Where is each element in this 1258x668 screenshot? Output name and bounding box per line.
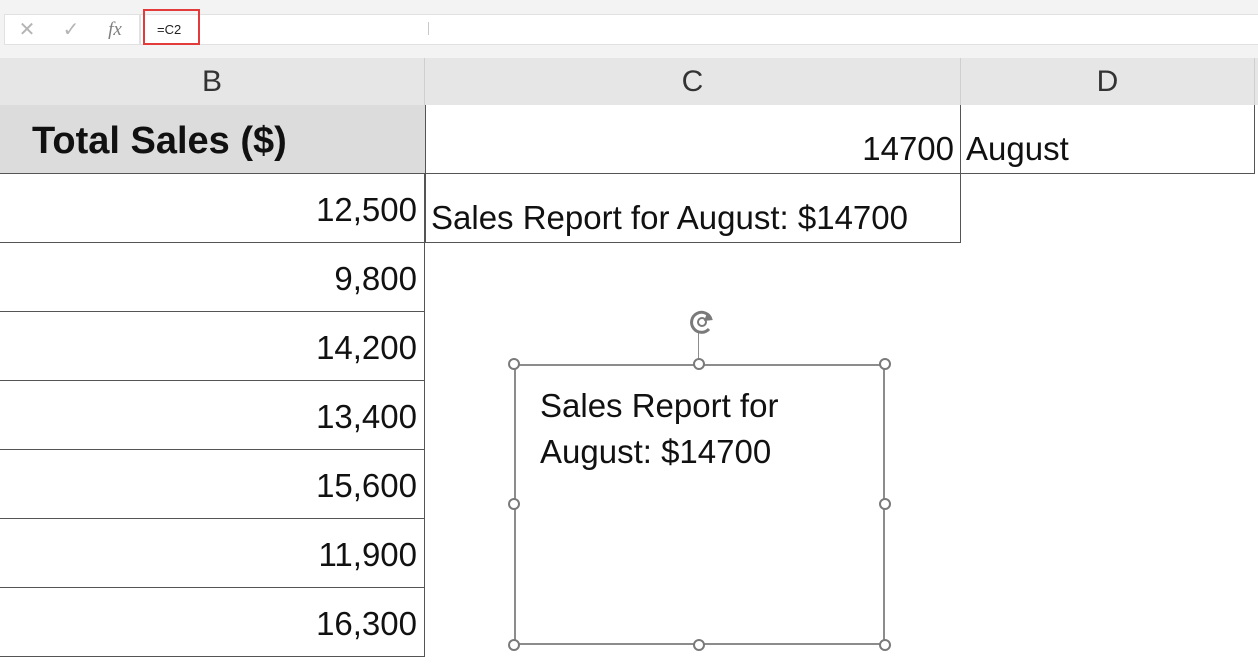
cell-b8[interactable]: 16,300 [0,588,425,657]
text-box-content[interactable]: Sales Report for August: $14700 [540,383,870,475]
cancel-icon[interactable]: ✕ [7,15,47,44]
cell-b4[interactable]: 14,200 [0,312,425,381]
column-header-c[interactable]: C [425,58,961,105]
text-box[interactable]: Sales Report for August: $14700 [514,364,885,645]
resize-handle-bottom[interactable] [693,639,705,651]
resize-handle-right[interactable] [879,498,891,510]
enter-icon[interactable]: ✓ [51,15,91,44]
resize-handle-left[interactable] [508,498,520,510]
formula-bar: ✕ ✓ fx =C2 [0,0,1258,59]
text-box-line-2: August: $14700 [540,433,772,470]
cell-b3[interactable]: 9,800 [0,243,425,312]
resize-handle-top-right[interactable] [879,358,891,370]
cell-b6[interactable]: 15,600 [0,450,425,519]
resize-handle-bottom-right[interactable] [879,639,891,651]
cell-b5[interactable]: 13,400 [0,381,425,450]
insert-function-icon[interactable]: fx [95,15,135,44]
text-box-line-1: Sales Report for [540,387,779,424]
cell-c1[interactable]: 14700 [425,105,961,174]
cell-b7[interactable]: 11,900 [0,519,425,588]
cell-b1[interactable]: Total Sales ($) [0,105,425,174]
column-header-d[interactable]: D [961,58,1255,105]
formula-highlight-box [143,9,200,45]
resize-handle-top-left[interactable] [508,358,520,370]
column-header-b[interactable]: B [0,58,425,105]
cell-c2[interactable]: Sales Report for August: $14700 [425,174,961,243]
rotate-handle-icon[interactable] [685,307,719,337]
resize-handle-bottom-left[interactable] [508,639,520,651]
formula-input[interactable]: =C2 [140,14,1258,45]
resize-handle-top[interactable] [693,358,705,370]
formula-bar-buttons: ✕ ✓ fx [4,14,140,45]
cell-d1[interactable]: August [961,105,1255,174]
text-cursor-icon [428,22,429,35]
cell-b2[interactable]: 12,500 [0,174,425,243]
